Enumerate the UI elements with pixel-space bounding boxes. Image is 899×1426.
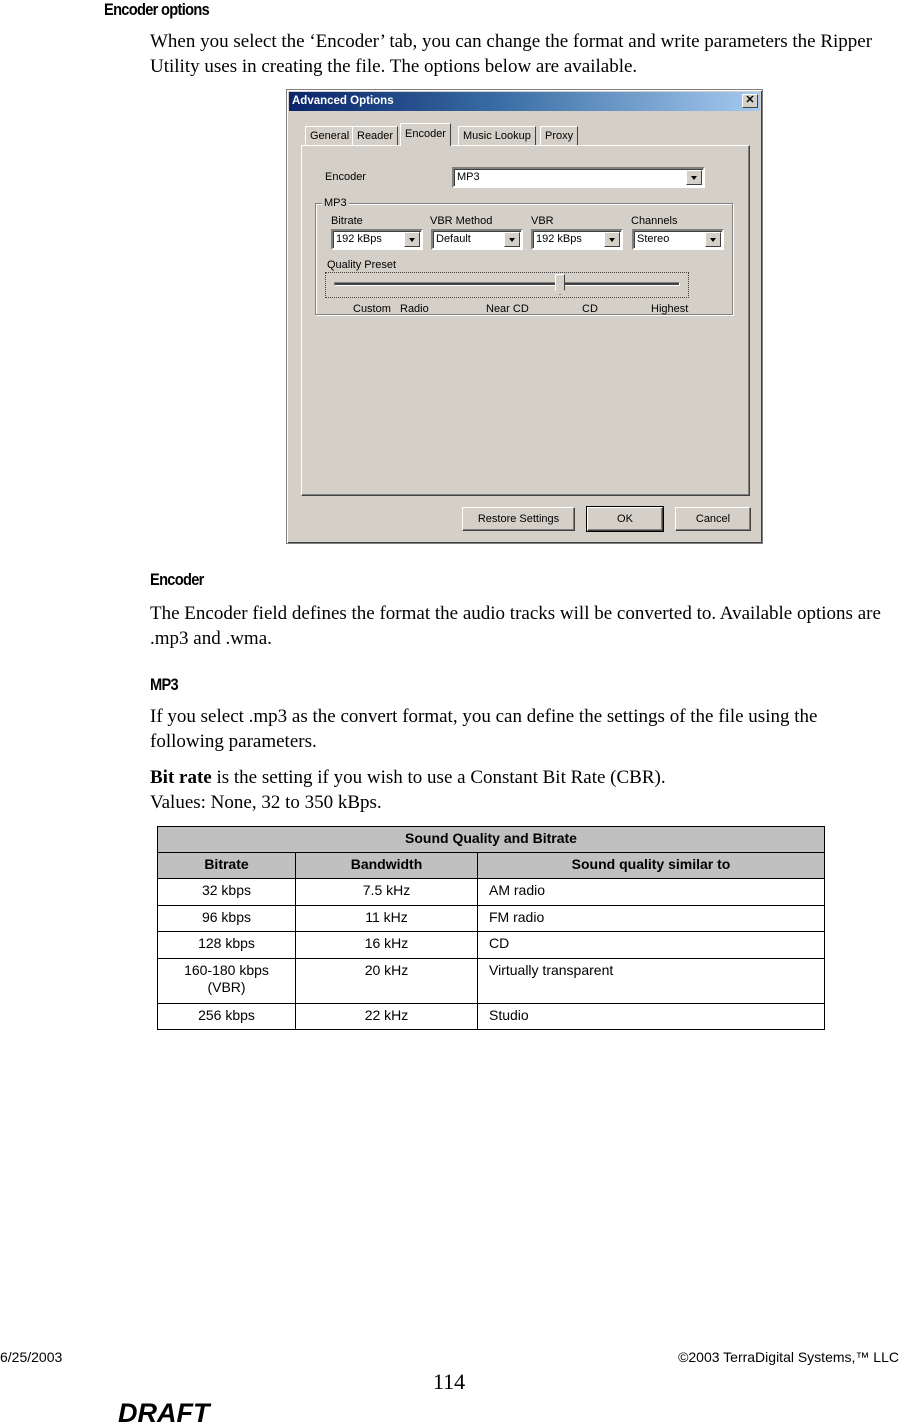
chevron-down-icon[interactable] (686, 170, 702, 185)
tab-general[interactable]: General (305, 126, 355, 145)
encoder-label: Encoder (325, 171, 366, 183)
ok-button[interactable]: OK (586, 506, 664, 532)
encoder-heading: Encoder (150, 570, 204, 589)
intro-paragraph: When you select the ‘Encoder’ tab, you c… (150, 31, 873, 77)
page-heading: Encoder options (104, 0, 210, 19)
bitrate-term: Bit rate (150, 767, 212, 788)
chevron-down-icon[interactable] (604, 232, 620, 247)
quality-tick-custom: Custom (353, 303, 391, 315)
encoder-tab-panel (301, 145, 750, 496)
cell-bitrate: 32 kbps (157, 878, 296, 906)
channels-select[interactable]: Stereo (632, 229, 724, 250)
channels-label: Channels (631, 215, 678, 227)
quality-tick-highest: Highest (651, 303, 689, 315)
table-row: 256 kbps 22 kHz Studio (157, 1002, 825, 1030)
quality-tick-cd: CD (582, 303, 598, 315)
vbr-select-value: 192 kBps (536, 233, 582, 245)
table-row: 96 kbps 11 kHz FM radio (157, 904, 825, 932)
cell-quality: FM radio (477, 904, 825, 932)
encoder-select-value: MP3 (457, 171, 480, 183)
page-number: 114 (433, 1369, 466, 1394)
close-icon[interactable]: ✕ (742, 94, 758, 108)
channels-select-value: Stereo (637, 233, 670, 245)
vbr-method-label: VBR Method (430, 215, 493, 227)
quality-tick-near-cd: Near CD (486, 303, 529, 315)
sound-quality-table: Sound Quality and Bitrate Bitrate Bandwi… (157, 826, 825, 1030)
footer-date: 6/25/2003 (0, 1349, 63, 1365)
mp3-paragraph: If you select .mp3 as the convert format… (150, 706, 818, 752)
draft-watermark: DRAFT (118, 1398, 210, 1426)
cell-quality: Virtually transparent (477, 957, 825, 1004)
table-row: 128 kbps 16 kHz CD (157, 931, 825, 959)
vbr-method-select-value: Default (436, 233, 471, 245)
bitrate-paragraph: Bit rate is the setting if you wish to u… (150, 765, 895, 790)
table-row: 160-180 kbps (VBR) 20 kHz Virtually tran… (157, 957, 825, 1004)
tab-proxy[interactable]: Proxy (540, 126, 579, 145)
cell-bandwidth: 22 kHz (295, 1002, 478, 1030)
quality-preset-slider[interactable] (325, 272, 689, 298)
quality-preset-label: Quality Preset (327, 259, 397, 271)
cell-quality: Studio (477, 1002, 825, 1030)
restore-settings-button[interactable]: Restore Settings (462, 507, 575, 531)
cell-bitrate: 256 kbps (157, 1002, 296, 1030)
tab-reader[interactable]: Reader (352, 126, 399, 145)
cell-bandwidth: 16 kHz (295, 931, 478, 959)
chevron-down-icon[interactable] (404, 232, 420, 247)
advanced-options-dialog: Advanced Options ✕ General Reader Encode… (286, 89, 763, 544)
table-title: Sound Quality and Bitrate (157, 826, 825, 853)
tab-music-lookup[interactable]: Music Lookup (458, 126, 536, 145)
bitrate-select[interactable]: 192 kBps (331, 229, 423, 250)
header-sound-quality: Sound quality similar to (477, 852, 825, 879)
mp3-group-title: MP3 (322, 197, 349, 209)
chevron-down-icon[interactable] (504, 232, 520, 247)
cell-bitrate: 128 kbps (157, 931, 296, 959)
chevron-down-icon[interactable] (705, 232, 721, 247)
cell-bandwidth: 7.5 kHz (295, 878, 478, 906)
table-row: 32 kbps 7.5 kHz AM radio (157, 878, 825, 906)
footer-copyright: ©2003 TerraDigital Systems,™ LLC (678, 1349, 899, 1365)
encoder-paragraph: The Encoder field defines the format the… (150, 603, 881, 649)
bitrate-values: Values: None, 32 to 350 kBps. (150, 792, 382, 813)
encoder-select[interactable]: MP3 (452, 167, 705, 188)
cell-bandwidth: 20 kHz (295, 957, 478, 1004)
cell-quality: AM radio (477, 878, 825, 906)
slider-track (334, 282, 680, 286)
tab-encoder[interactable]: Encoder (400, 123, 451, 146)
cell-bitrate: 96 kbps (157, 904, 296, 932)
dialog-title: Advanced Options (292, 95, 394, 107)
cell-bitrate: 160-180 kbps (VBR) (157, 957, 296, 1004)
bitrate-description: is the setting if you wish to use a Cons… (211, 767, 666, 788)
bitrate-select-value: 192 kBps (336, 233, 382, 245)
slider-thumb[interactable] (555, 274, 565, 295)
table-header-row: Bitrate Bandwidth Sound quality similar … (157, 852, 825, 879)
bitrate-label: Bitrate (331, 215, 363, 227)
vbr-select[interactable]: 192 kBps (531, 229, 623, 250)
cell-bandwidth: 11 kHz (295, 904, 478, 932)
cancel-button[interactable]: Cancel (675, 507, 751, 531)
mp3-heading: MP3 (150, 675, 179, 694)
cell-quality: CD (477, 931, 825, 959)
table-title-row: Sound Quality and Bitrate (157, 826, 825, 853)
dialog-title-bar: Advanced Options (289, 92, 760, 111)
vbr-label: VBR (531, 215, 554, 227)
vbr-method-select[interactable]: Default (431, 229, 523, 250)
header-bandwidth: Bandwidth (295, 852, 478, 879)
header-bitrate: Bitrate (157, 852, 296, 879)
quality-tick-radio: Radio (400, 303, 429, 315)
